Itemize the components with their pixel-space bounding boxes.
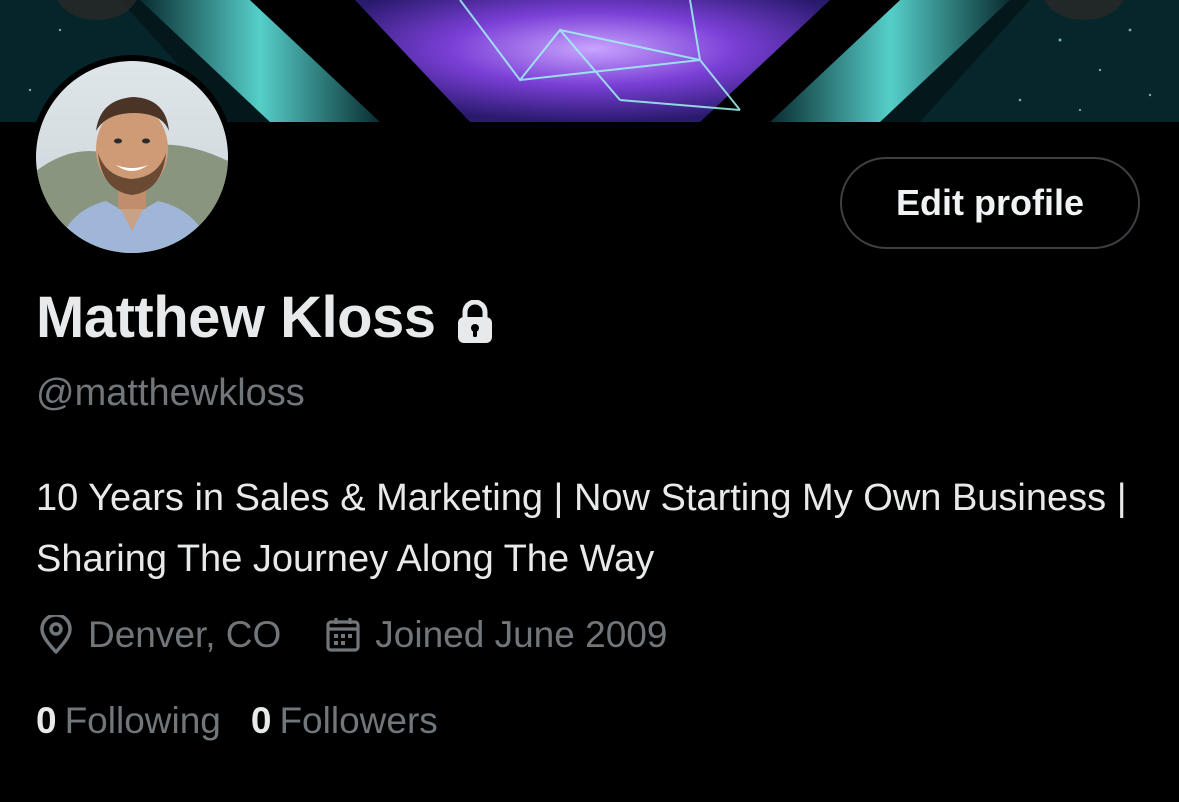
calendar-icon (326, 618, 360, 652)
user-handle: @matthewkloss (36, 372, 305, 414)
followers-label: Followers (279, 700, 438, 741)
avatar[interactable] (36, 61, 228, 253)
following-count: 0 (36, 700, 57, 741)
followers-count: 0 (250, 700, 272, 741)
profile-page: Edit profile Matthew Kloss @matthewkloss… (0, 0, 1179, 802)
edit-profile-label: Edit profile (896, 182, 1084, 223)
location-text: Denver, CO (88, 614, 282, 655)
display-name: Matthew Kloss (36, 285, 436, 350)
location-item: Denver, CO (38, 614, 281, 656)
profile-bio: 10 Years in Sales & Marketing | Now Star… (36, 477, 1127, 580)
display-name-row: Matthew Kloss (36, 284, 494, 351)
following-label: Following (64, 700, 221, 741)
joined-item: Joined June 2009 (325, 614, 667, 656)
joined-text: Joined June 2009 (375, 614, 668, 655)
follow-stats: 0 Following 0 Followers (36, 700, 468, 742)
edit-profile-button[interactable]: Edit profile (840, 157, 1140, 249)
following-link[interactable]: 0 Following (36, 700, 221, 742)
lock-icon (457, 299, 492, 343)
followers-link[interactable]: 0 Followers (251, 700, 438, 742)
location-pin-icon (40, 615, 72, 654)
avatar-frame[interactable] (30, 55, 234, 259)
avatar-photo (36, 61, 228, 253)
profile-meta: Denver, CO Joined June 2009 (38, 614, 711, 656)
